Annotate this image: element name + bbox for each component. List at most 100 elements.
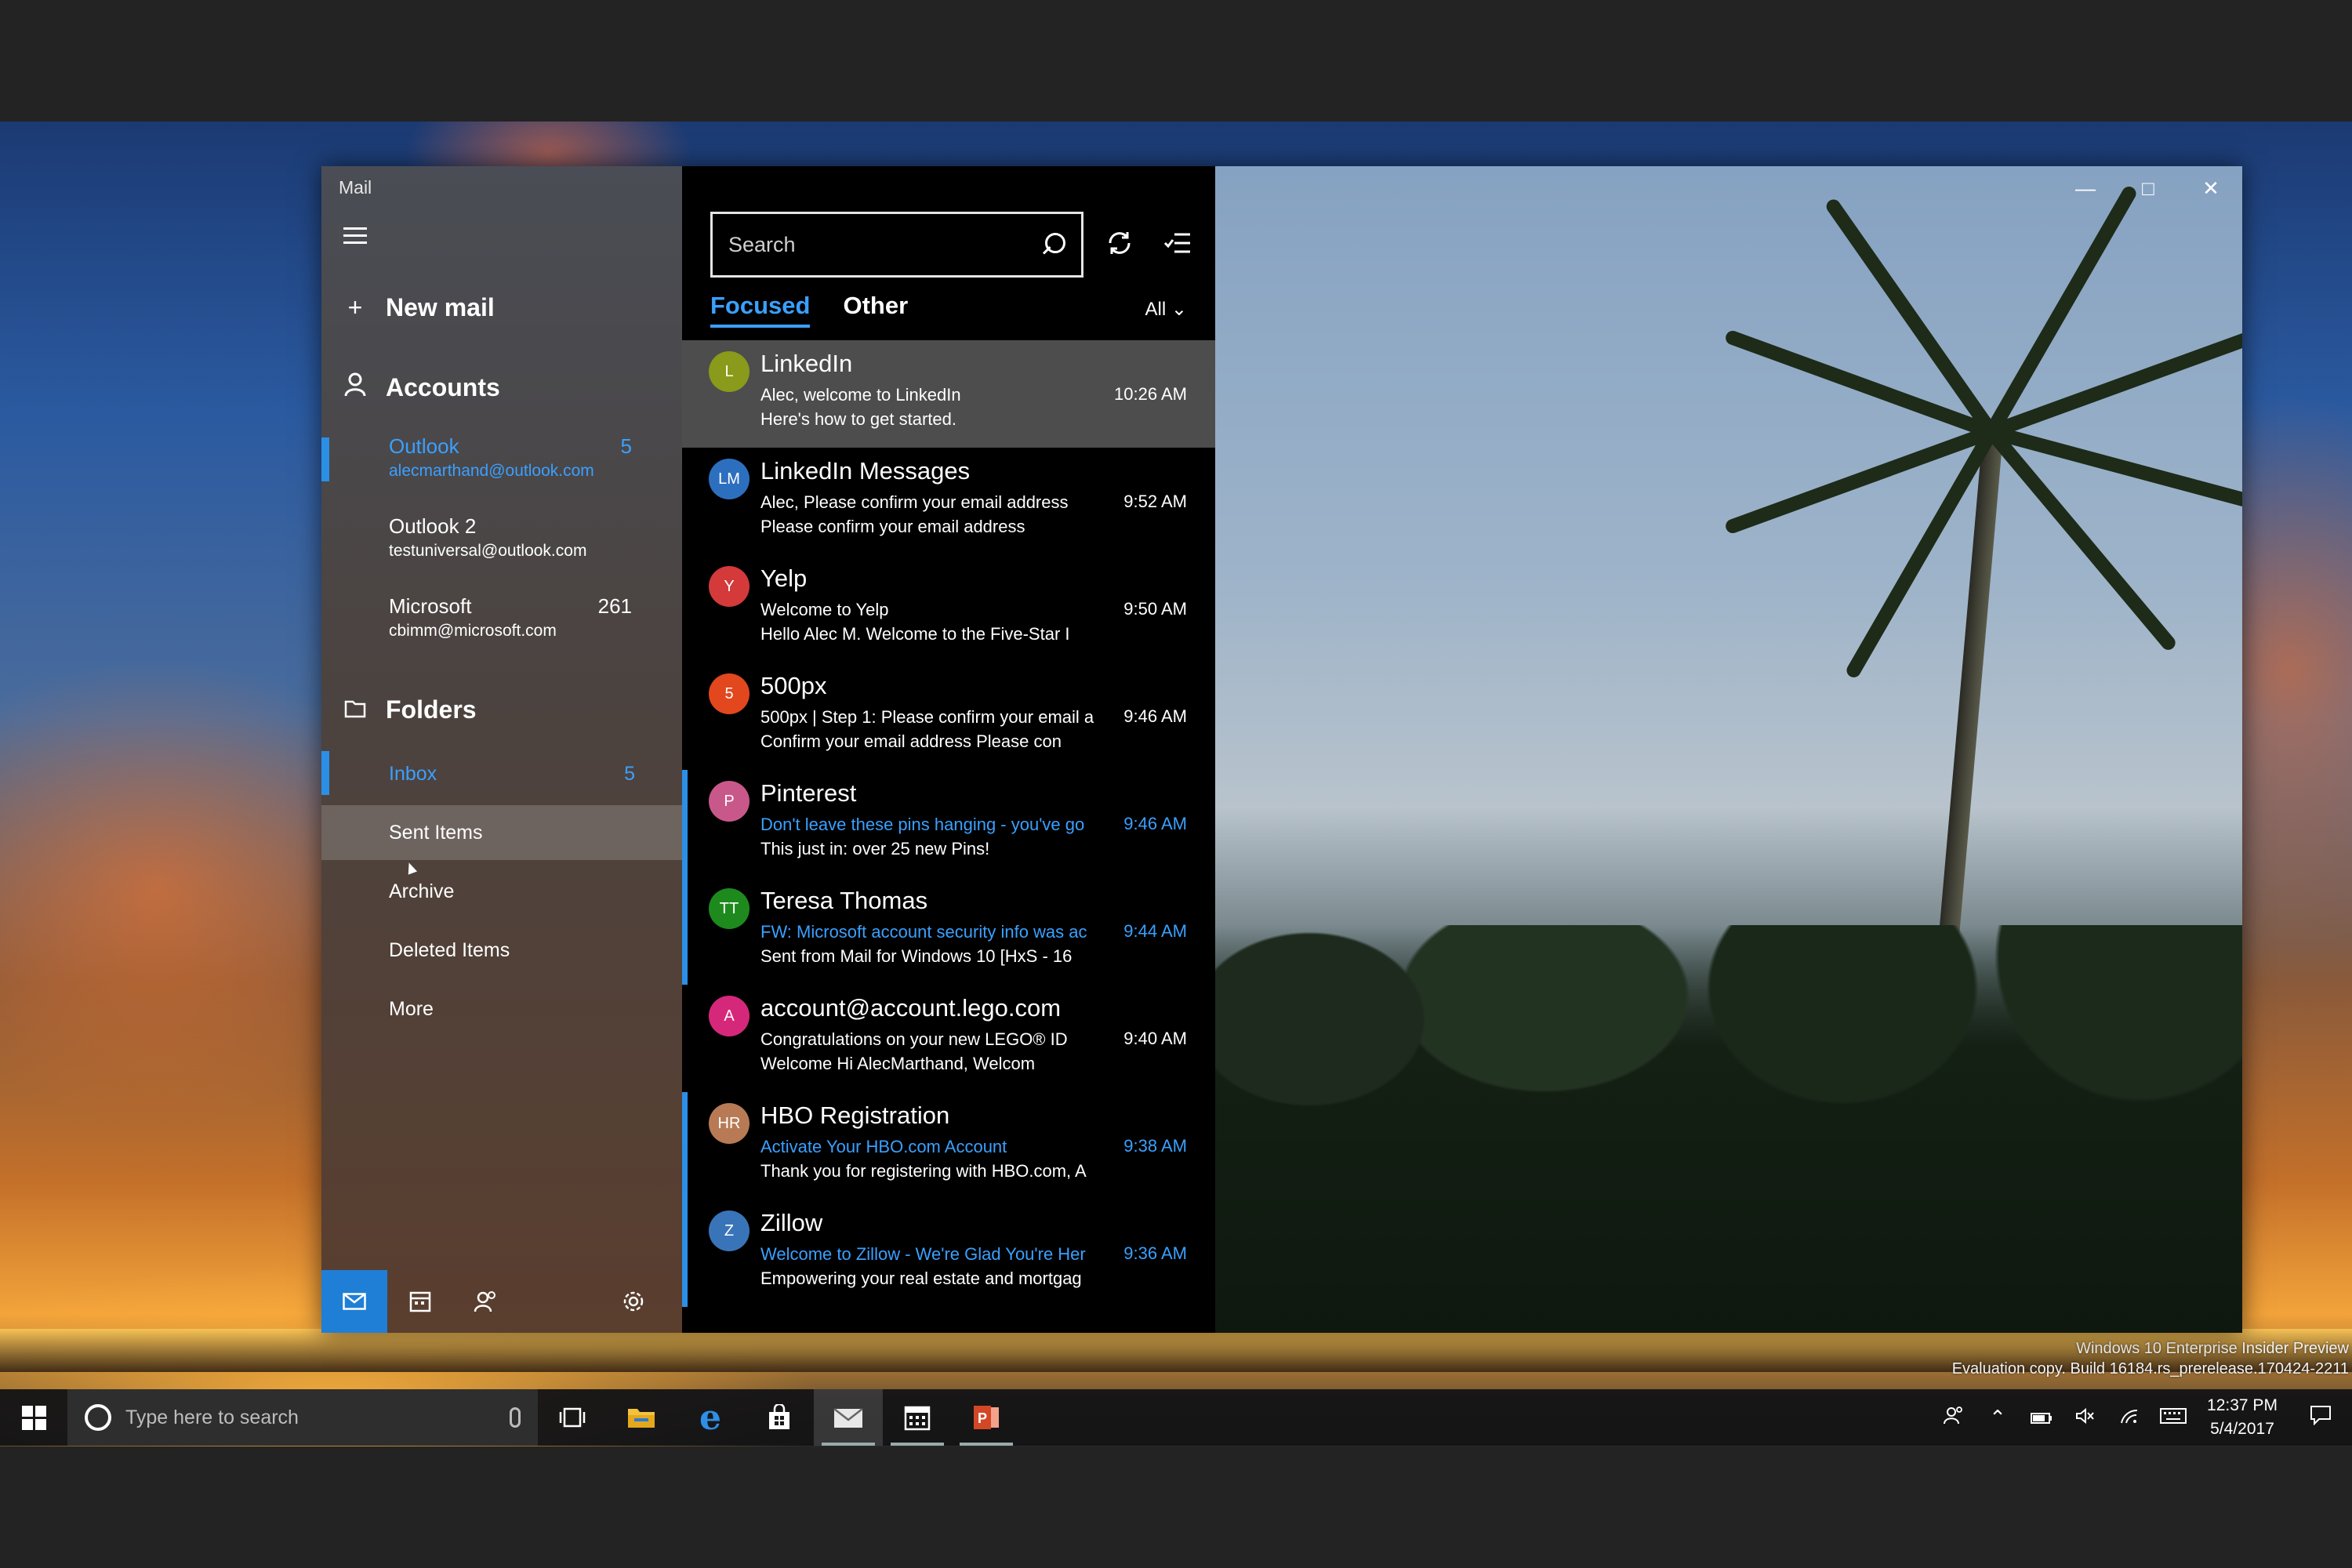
sender-avatar: A	[709, 996, 750, 1036]
search-box[interactable]	[710, 212, 1083, 278]
start-button[interactable]	[0, 1389, 67, 1446]
message-time: 9:50 AM	[1123, 599, 1187, 619]
volume-muted-icon[interactable]	[2063, 1406, 2107, 1430]
message-preview: Welcome Hi AlecMarthand, Welcom	[760, 1054, 1036, 1073]
settings-icon[interactable]	[601, 1270, 666, 1333]
message-sender: 500px	[760, 672, 827, 699]
message-subject: FW: Microsoft account security info was …	[760, 922, 1087, 942]
account-item-microsoft[interactable]: Microsoft cbimm@microsoft.com 261	[389, 594, 632, 641]
os-watermark-line1: Windows 10 Enterprise Insider Preview	[2076, 1340, 2349, 1357]
search-icon[interactable]	[1042, 233, 1065, 256]
account-unread-count: 5	[620, 434, 632, 458]
store-icon[interactable]	[745, 1389, 814, 1446]
taskbar-search-input[interactable]	[125, 1406, 510, 1429]
taskbar-clock[interactable]: 12:37 PM 5/4/2017	[2195, 1394, 2289, 1441]
message-subject: Welcome to Zillow - We're Glad You're He…	[760, 1244, 1086, 1264]
sync-icon[interactable]	[1098, 221, 1142, 265]
wifi-icon[interactable]	[2107, 1406, 2151, 1430]
tab-focused[interactable]: Focused	[710, 292, 811, 328]
message-item[interactable]: Aaccount@account.lego.com Congratulations…	[682, 985, 1215, 1092]
message-item[interactable]: P Pinterest Don't leave these pins hanging…	[682, 770, 1215, 877]
account-name: Outlook 2	[389, 514, 477, 538]
selection-mode-icon[interactable]	[1156, 221, 1200, 265]
message-preview: Empowering your real estate and mortgag	[760, 1269, 1082, 1288]
account-email: cbimm@microsoft.com	[389, 622, 557, 640]
plus-icon: +	[347, 293, 363, 321]
taskbar-search-box[interactable]	[67, 1389, 538, 1446]
message-sender: LinkedIn Messages	[760, 457, 971, 485]
calendar-app-icon[interactable]	[883, 1389, 952, 1446]
message-time: 10:26 AM	[1114, 384, 1187, 404]
account-email: testuniversal@outlook.com	[389, 542, 587, 560]
folder-item-deleted-items[interactable]: Deleted Items	[321, 923, 682, 978]
message-time: 9:38 AM	[1123, 1136, 1187, 1156]
message-item[interactable]: Y Yelp Welcome to Yelp Hello Alec M. Welcom…	[682, 555, 1215, 662]
account-item-outlook-2[interactable]: Outlook 2 testuniversal@outlook.com	[389, 514, 632, 561]
nav-bottom-bar	[321, 1270, 682, 1333]
app-title: Mail	[339, 177, 372, 198]
account-name: Outlook	[389, 434, 459, 458]
folder-label: Archive	[389, 880, 455, 902]
mail-icon[interactable]	[321, 1270, 387, 1333]
battery-icon[interactable]	[2020, 1406, 2063, 1430]
message-subject: Congratulations on your new LEGO® ID	[760, 1029, 1068, 1049]
sender-avatar: HR	[709, 1103, 750, 1144]
folders-header[interactable]: Folders	[343, 695, 477, 724]
clock-time: 12:37 PM	[2207, 1396, 2278, 1414]
message-preview: Hello Alec M. Welcome to the Five-Star I	[760, 624, 1070, 644]
tree-line	[1215, 925, 2242, 1333]
folder-item-archive[interactable]: Archive	[321, 864, 682, 919]
search-input[interactable]	[728, 232, 1042, 257]
account-item-outlook[interactable]: Outlook alecmarthand@outlook.com 5	[389, 434, 632, 481]
message-item[interactable]: 5 500px 500px | Step 1: Please confirm you…	[682, 662, 1215, 770]
message-item[interactable]: Z Zillow Welcome to Zillow - We're Glad Yo…	[682, 1200, 1215, 1307]
folder-label: Inbox	[389, 762, 437, 785]
message-time: 9:46 AM	[1123, 814, 1187, 833]
message-sender: Yelp	[760, 564, 808, 592]
message-item[interactable]: LM LinkedIn Messages Alec, Please confirm …	[682, 448, 1215, 555]
action-center-icon[interactable]	[2289, 1405, 2352, 1431]
message-time: 9:40 AM	[1123, 1029, 1187, 1048]
accounts-header[interactable]: Accounts	[343, 372, 500, 403]
calendar-icon[interactable]	[387, 1270, 453, 1333]
maximize-icon[interactable]: □	[2117, 166, 2180, 210]
folders-label: Folders	[386, 695, 477, 724]
filter-dropdown[interactable]: All ⌄	[1145, 298, 1187, 321]
chevron-up-icon[interactable]: ⌃	[1976, 1406, 2020, 1430]
close-icon[interactable]: ✕	[2180, 166, 2242, 210]
minimize-icon[interactable]: —	[2054, 166, 2117, 210]
microphone-icon[interactable]	[510, 1407, 521, 1428]
folder-item-inbox[interactable]: Inbox 5	[321, 746, 682, 801]
people-icon[interactable]	[453, 1270, 519, 1333]
mail-app-icon[interactable]	[814, 1389, 883, 1446]
message-item[interactable]: L LinkedIn Alec, welcome to LinkedIn Here's…	[682, 340, 1215, 448]
message-item[interactable]: TT Teresa Thomas FW: Microsoft account sec…	[682, 877, 1215, 985]
message-preview: Please confirm your email address	[760, 517, 1025, 536]
sender-avatar: P	[709, 781, 750, 822]
person-icon	[343, 372, 367, 403]
sender-avatar: TT	[709, 888, 750, 929]
task-view-icon[interactable]	[538, 1389, 607, 1446]
account-name: Microsoft	[389, 594, 472, 618]
file-explorer-icon[interactable]	[607, 1389, 676, 1446]
tab-other[interactable]: Other	[843, 292, 908, 328]
keyboard-icon[interactable]	[2151, 1406, 2195, 1430]
folder-item-sent-items[interactable]: Sent Items	[321, 805, 682, 860]
folder-icon	[343, 695, 367, 724]
hamburger-menu-icon[interactable]	[343, 227, 367, 248]
message-sender: LinkedIn	[760, 350, 853, 377]
taskbar: e P ⌃ 12:37 PM 5/4/2017	[0, 1389, 2352, 1446]
message-time: 9:52 AM	[1123, 492, 1187, 511]
folder-item-more[interactable]: More	[321, 982, 682, 1036]
message-subject: Welcome to Yelp	[760, 600, 889, 619]
message-item[interactable]: HR HBO Registration Activate Your HBO.com …	[682, 1092, 1215, 1200]
powerpoint-icon[interactable]: P	[952, 1389, 1021, 1446]
message-time: 9:46 AM	[1123, 706, 1187, 726]
palm-frond	[1723, 425, 1994, 535]
new-mail-button[interactable]: + New mail	[343, 293, 495, 322]
people-icon[interactable]	[1932, 1406, 1976, 1430]
folder-label: Sent Items	[389, 821, 483, 844]
cortana-icon[interactable]	[85, 1404, 111, 1431]
sender-avatar: Y	[709, 566, 750, 607]
edge-icon[interactable]: e	[676, 1389, 745, 1446]
